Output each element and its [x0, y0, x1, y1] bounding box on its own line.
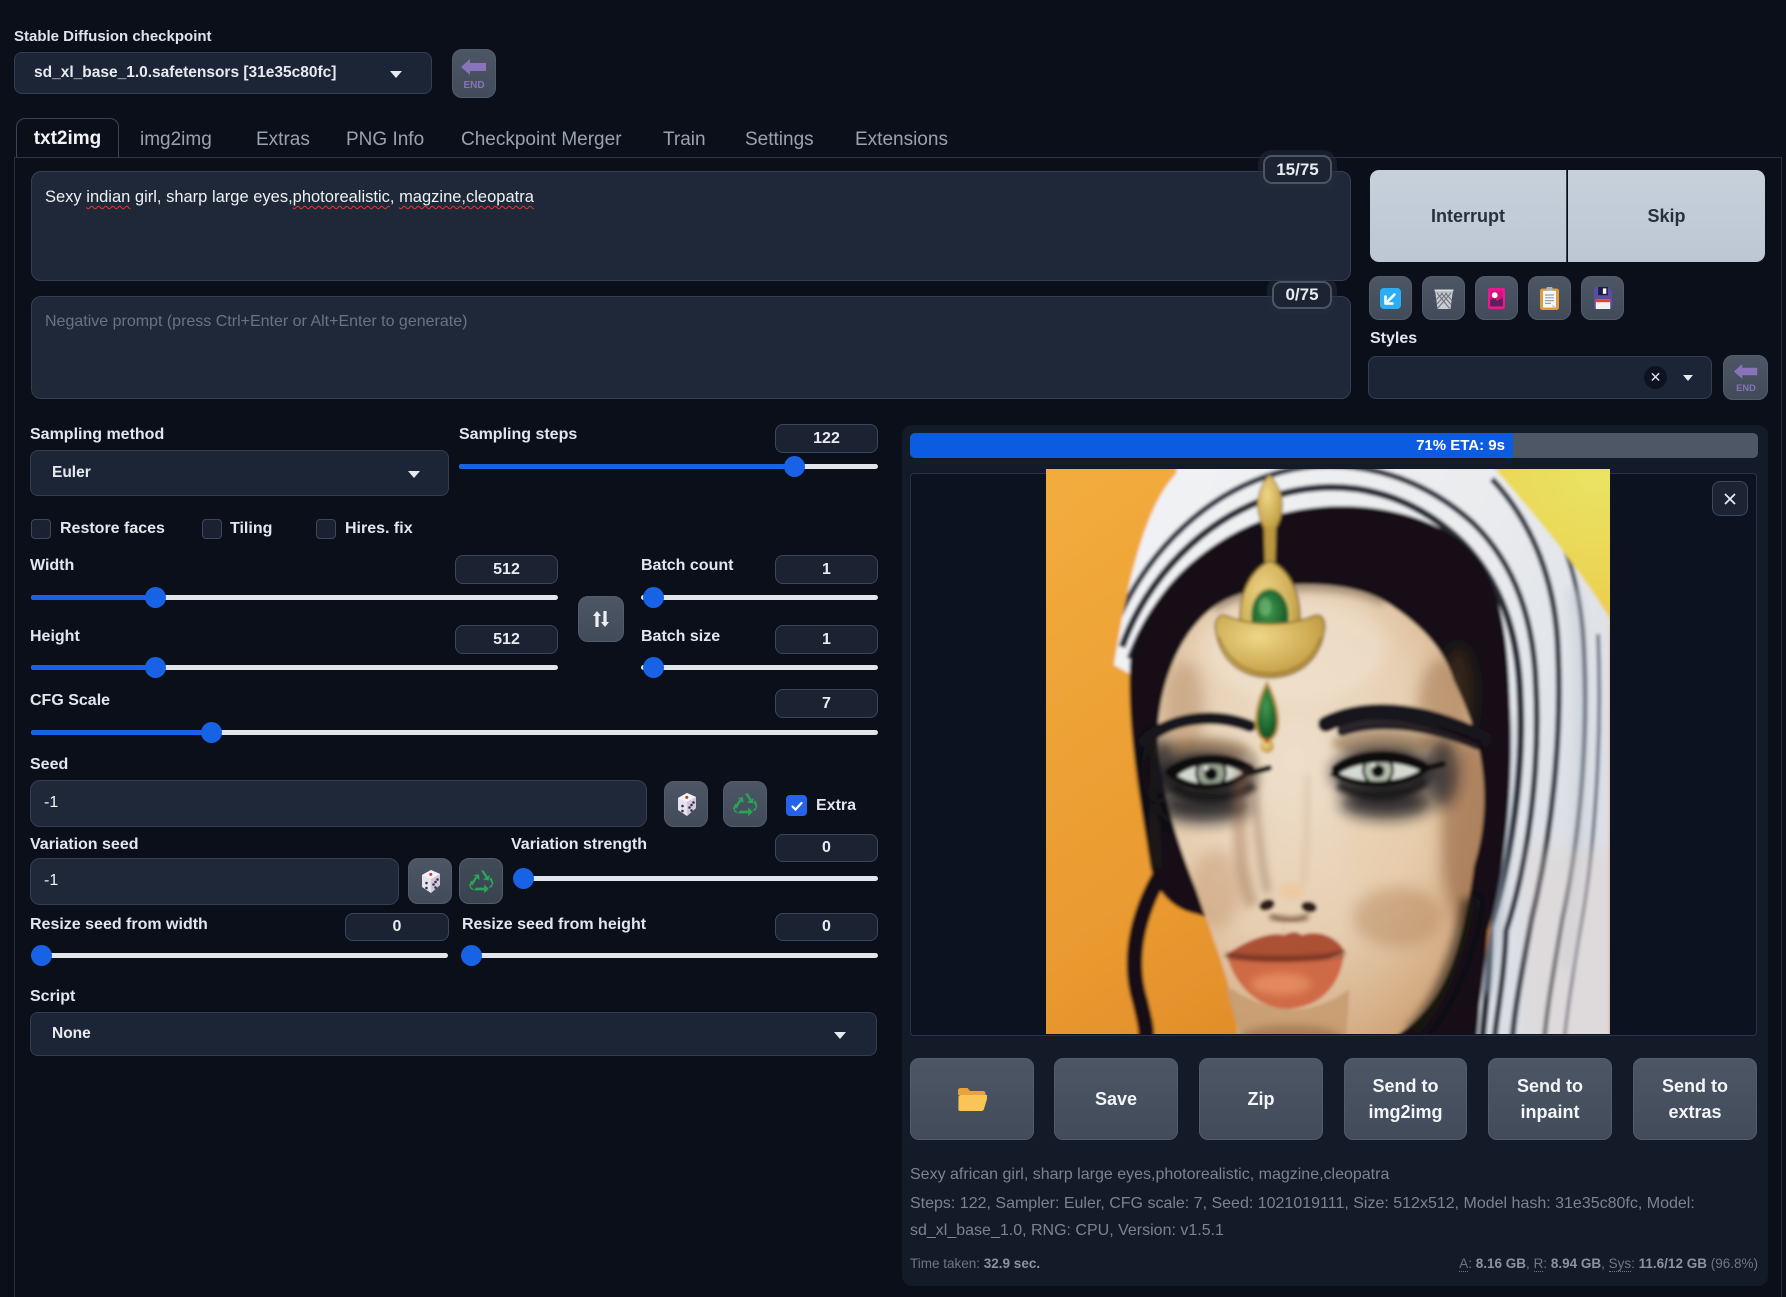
svg-text:END: END — [1736, 383, 1756, 393]
svg-text:END: END — [463, 80, 484, 91]
